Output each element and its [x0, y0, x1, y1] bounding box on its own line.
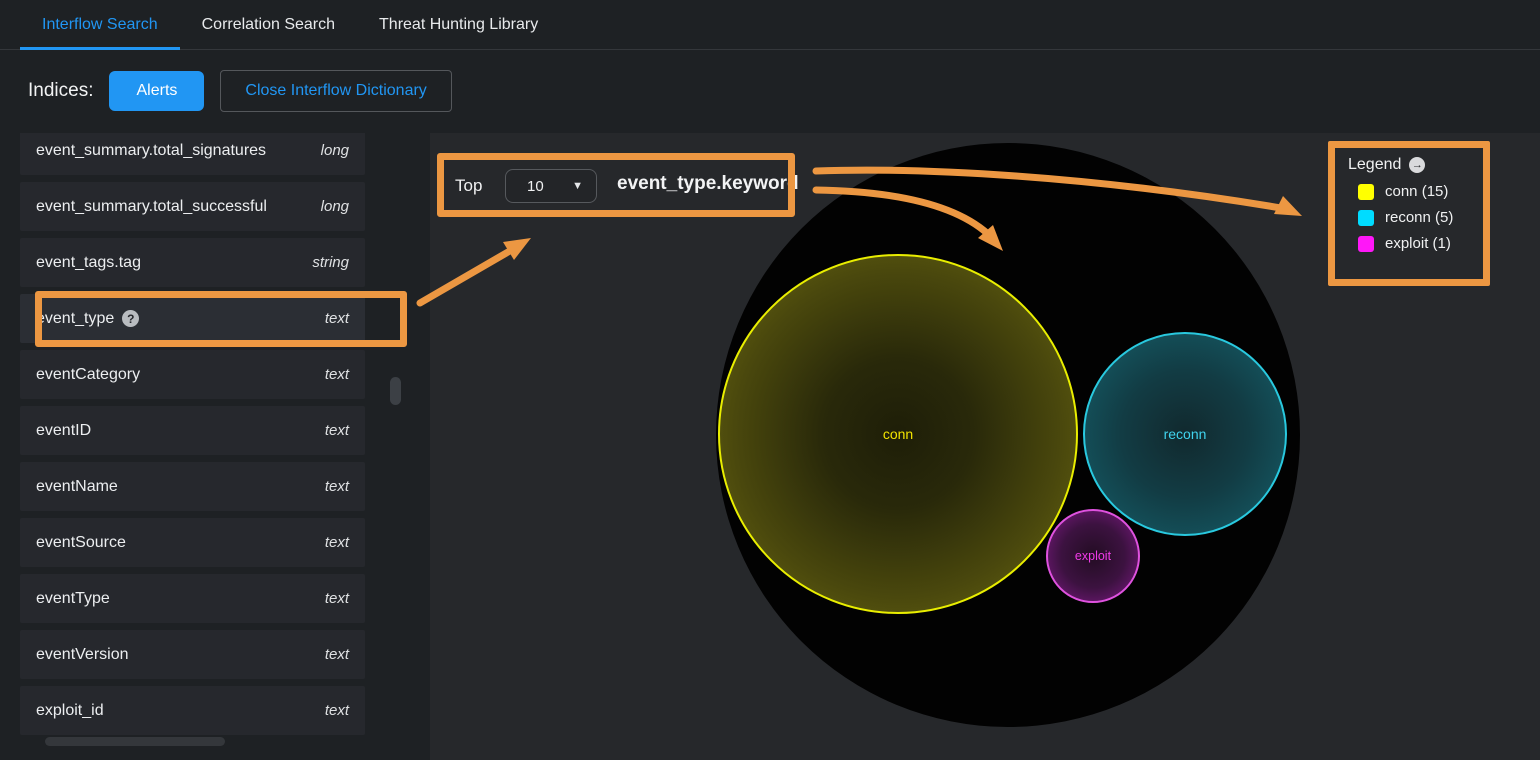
bubble-exploit[interactable]: exploit: [1046, 509, 1140, 603]
legend: Legend → conn (15) reconn (5) exploit (1…: [1335, 148, 1483, 252]
field-dictionary-list: event_summary.total_signatures long even…: [20, 133, 412, 760]
field-row-eventsource[interactable]: eventSource text: [20, 518, 365, 567]
help-icon[interactable]: ?: [122, 310, 139, 327]
close-interflow-dictionary-button[interactable]: Close Interflow Dictionary: [220, 70, 451, 112]
tab-correlation-search[interactable]: Correlation Search: [180, 0, 357, 49]
field-row-event-summary-total-signatures[interactable]: event_summary.total_signatures long: [20, 133, 365, 175]
alerts-button[interactable]: Alerts: [109, 71, 204, 111]
tab-bar: Interflow Search Correlation Search Thre…: [0, 0, 1540, 50]
field-row-eventtype[interactable]: eventType text: [20, 574, 365, 623]
field-row-eventname[interactable]: eventName text: [20, 462, 365, 511]
top-n-select[interactable]: 10 ▼: [505, 169, 597, 203]
dropdown-arrow-icon: ▼: [572, 180, 583, 192]
sidebar-vertical-scrollbar[interactable]: [390, 377, 401, 405]
aggregation-field-label: event_type.keyword: [617, 173, 799, 195]
field-row-event-tags-tag[interactable]: event_tags.tag string: [20, 238, 365, 287]
bubble-reconn[interactable]: reconn: [1083, 332, 1287, 536]
indices-row: Indices: Alerts Close Interflow Dictiona…: [0, 49, 1540, 133]
legend-arrow-icon[interactable]: →: [1409, 157, 1425, 173]
legend-item-reconn[interactable]: reconn (5): [1358, 209, 1483, 226]
tab-threat-hunting-library[interactable]: Threat Hunting Library: [357, 0, 560, 49]
field-row-eventcategory[interactable]: eventCategory text: [20, 350, 365, 399]
app-window: Interflow Search Correlation Search Thre…: [0, 0, 1540, 760]
field-row-event-type[interactable]: event_type ? text: [20, 294, 365, 343]
reconn-swatch-icon: [1358, 210, 1374, 226]
tab-interflow-search[interactable]: Interflow Search: [20, 0, 180, 49]
bubble-conn[interactable]: conn: [718, 254, 1078, 614]
legend-item-conn[interactable]: conn (15): [1358, 183, 1483, 200]
top-n-label: Top: [455, 176, 482, 196]
annotation-box-legend: Legend → conn (15) reconn (5) exploit (1…: [1328, 141, 1490, 286]
field-row-eventid[interactable]: eventID text: [20, 406, 365, 455]
field-row-event-summary-total-successful[interactable]: event_summary.total_successful long: [20, 182, 365, 231]
indices-label: Indices:: [28, 80, 93, 102]
exploit-swatch-icon: [1358, 236, 1374, 252]
top-n-value: 10: [527, 178, 544, 195]
bubble-exploit-label: exploit: [1075, 549, 1111, 563]
field-row-exploit-id[interactable]: exploit_id text: [20, 686, 365, 735]
legend-header: Legend →: [1348, 156, 1483, 174]
sidebar-horizontal-scrollbar[interactable]: [45, 737, 225, 746]
field-row-eventversion[interactable]: eventVersion text: [20, 630, 365, 679]
legend-item-exploit[interactable]: exploit (1): [1358, 235, 1483, 252]
bubble-conn-label: conn: [883, 426, 913, 442]
conn-swatch-icon: [1358, 184, 1374, 200]
bubble-reconn-label: reconn: [1164, 426, 1207, 442]
legend-title: Legend: [1348, 156, 1401, 174]
